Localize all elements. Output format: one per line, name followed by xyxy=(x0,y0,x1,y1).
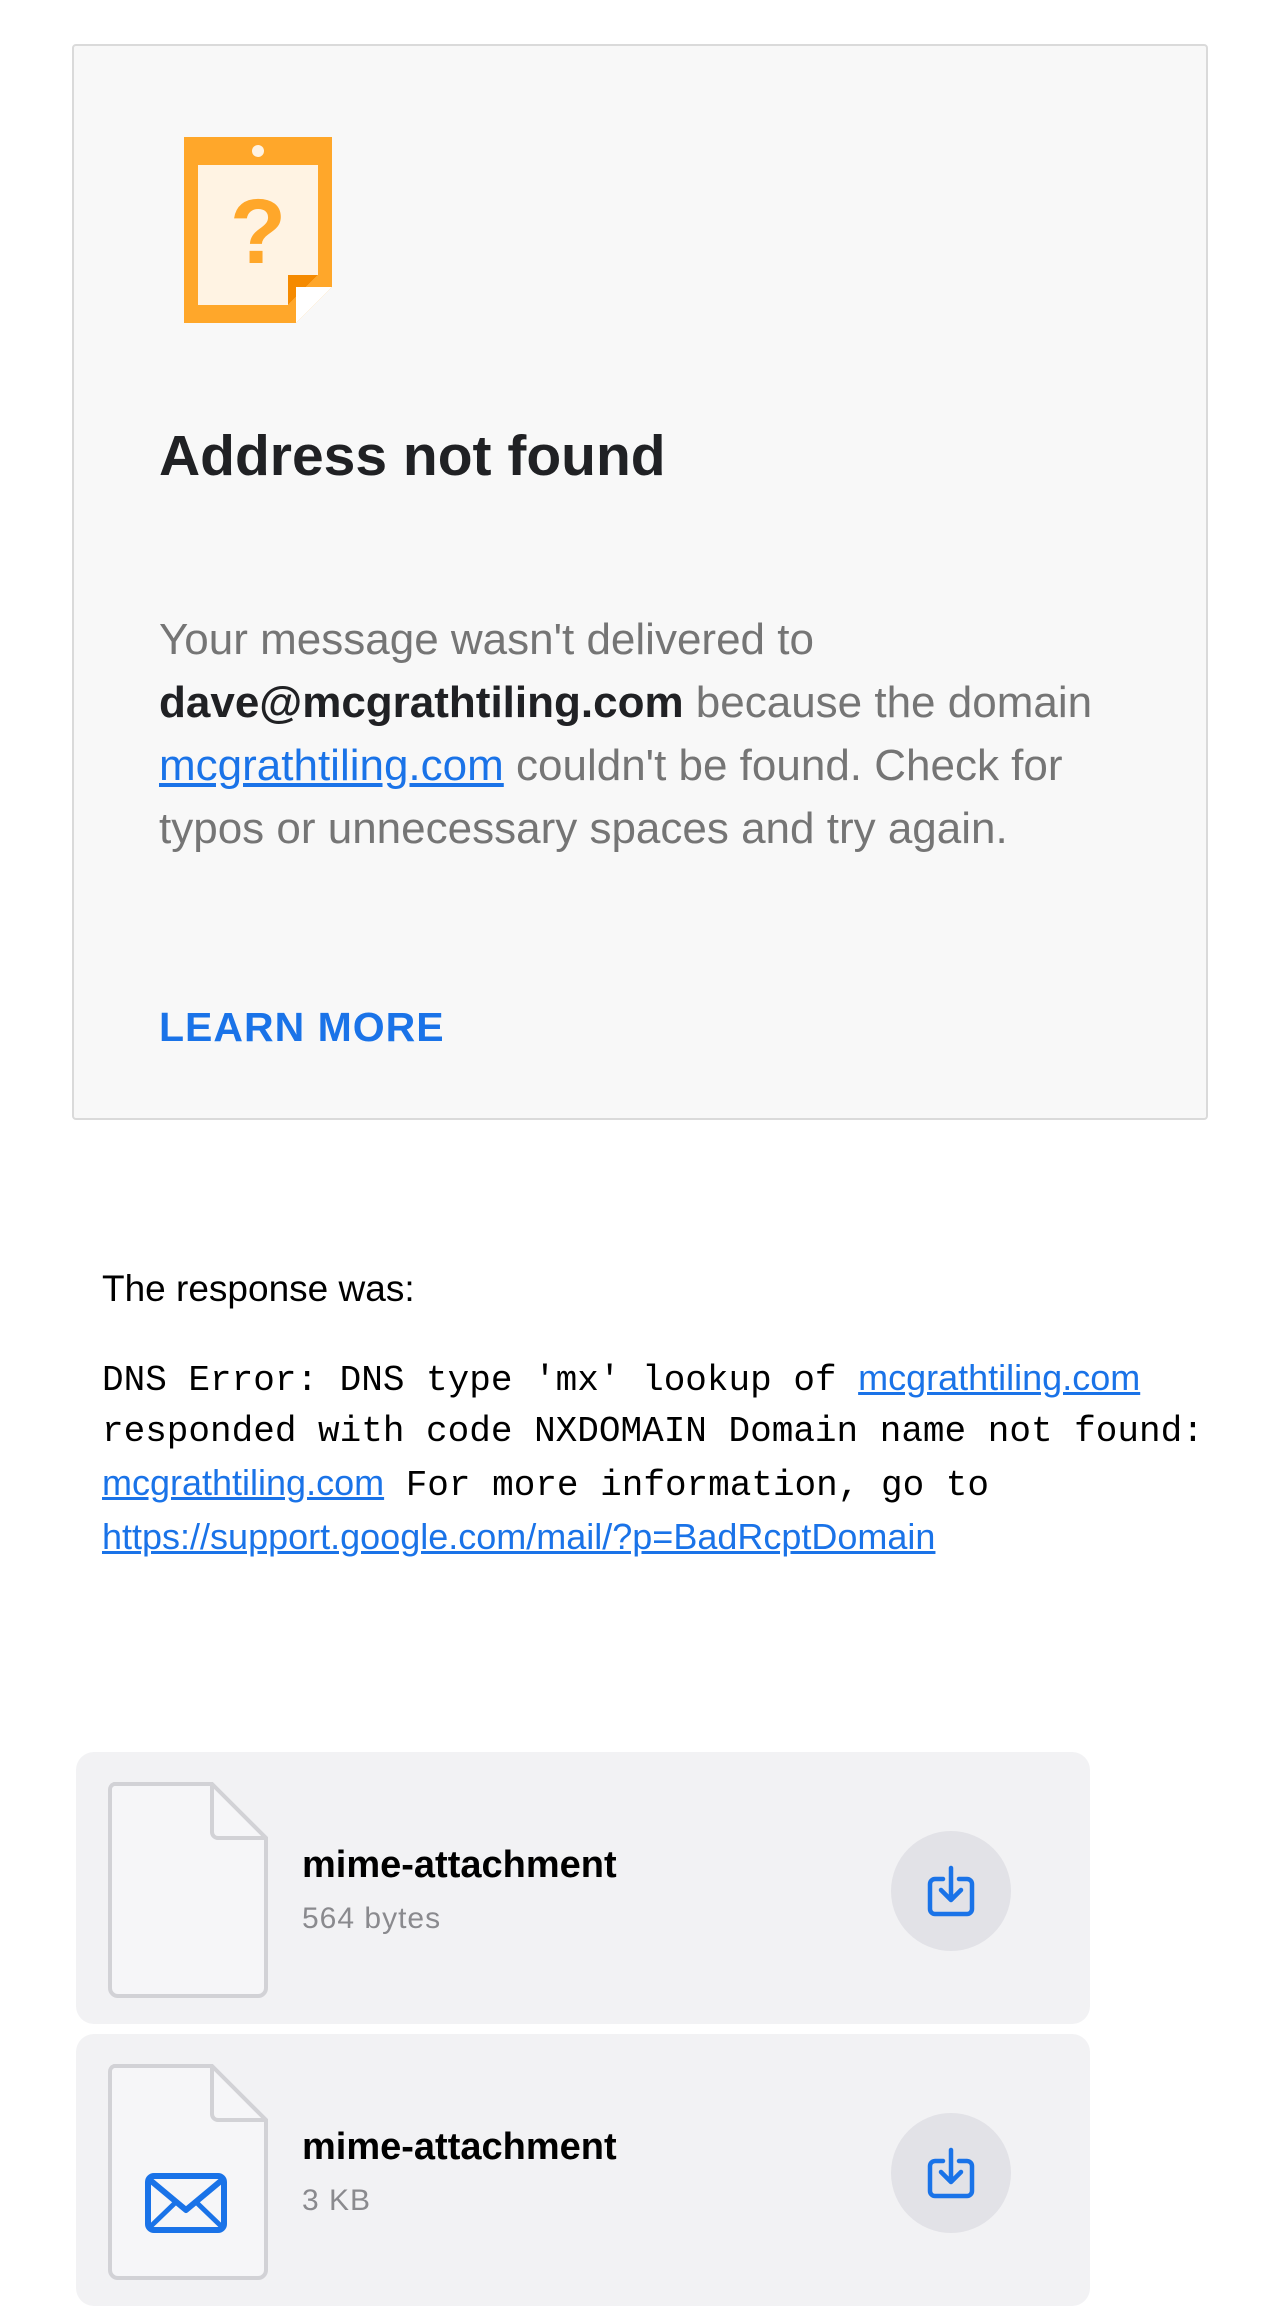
download-button[interactable] xyxy=(891,2113,1011,2233)
attachment-size: 564 bytes xyxy=(302,1902,442,1935)
svg-text:?: ? xyxy=(230,181,286,283)
attachment-name: mime-attachment xyxy=(302,1844,617,1886)
download-button[interactable] xyxy=(891,1831,1011,1951)
recipient-address: dave@mcgrathtiling.com xyxy=(159,678,684,727)
attachment-card[interactable]: mime-attachment 3 KB xyxy=(76,2034,1090,2306)
domain-link[interactable]: mcgrathtiling.com xyxy=(858,1357,1140,1398)
support-link[interactable]: https://support.google.com/mail/?p=BadRc… xyxy=(102,1516,935,1557)
response-text-part: For more information, go to xyxy=(384,1465,989,1506)
response-text-part: responded with code NXDOMAIN Domain name… xyxy=(102,1411,1204,1452)
response-text-part: DNS Error: DNS type 'mx' lookup of xyxy=(102,1360,859,1401)
page-title: Address not found xyxy=(159,424,666,488)
warning-note-icon: ? xyxy=(184,137,332,323)
attachment-card[interactable]: mime-attachment 564 bytes xyxy=(76,1752,1090,2024)
learn-more-link[interactable]: LEARN MORE xyxy=(159,1004,445,1051)
response-label: The response was: xyxy=(102,1268,415,1309)
domain-link[interactable]: mcgrathtiling.com xyxy=(102,1462,384,1503)
bounce-message-text: because the domain xyxy=(683,678,1093,727)
download-icon xyxy=(927,1865,975,1917)
bounce-message: Your message wasn't delivered to dave@mc… xyxy=(159,608,1159,860)
attachment-size: 3 KB xyxy=(302,2184,372,2217)
attachment-name: mime-attachment xyxy=(302,2126,617,2168)
blank-file-icon xyxy=(106,1782,270,1998)
envelope-icon xyxy=(106,2064,270,2280)
download-icon xyxy=(927,2147,975,2199)
bounce-card: ? Address not found Your message wasn't … xyxy=(72,44,1208,1120)
domain-link[interactable]: mcgrathtiling.com xyxy=(159,741,504,790)
bounce-message-text: Your message wasn't delivered to xyxy=(159,615,814,664)
response-text: DNS Error: DNS type 'mx' lookup of mcgra… xyxy=(102,1352,1222,1565)
